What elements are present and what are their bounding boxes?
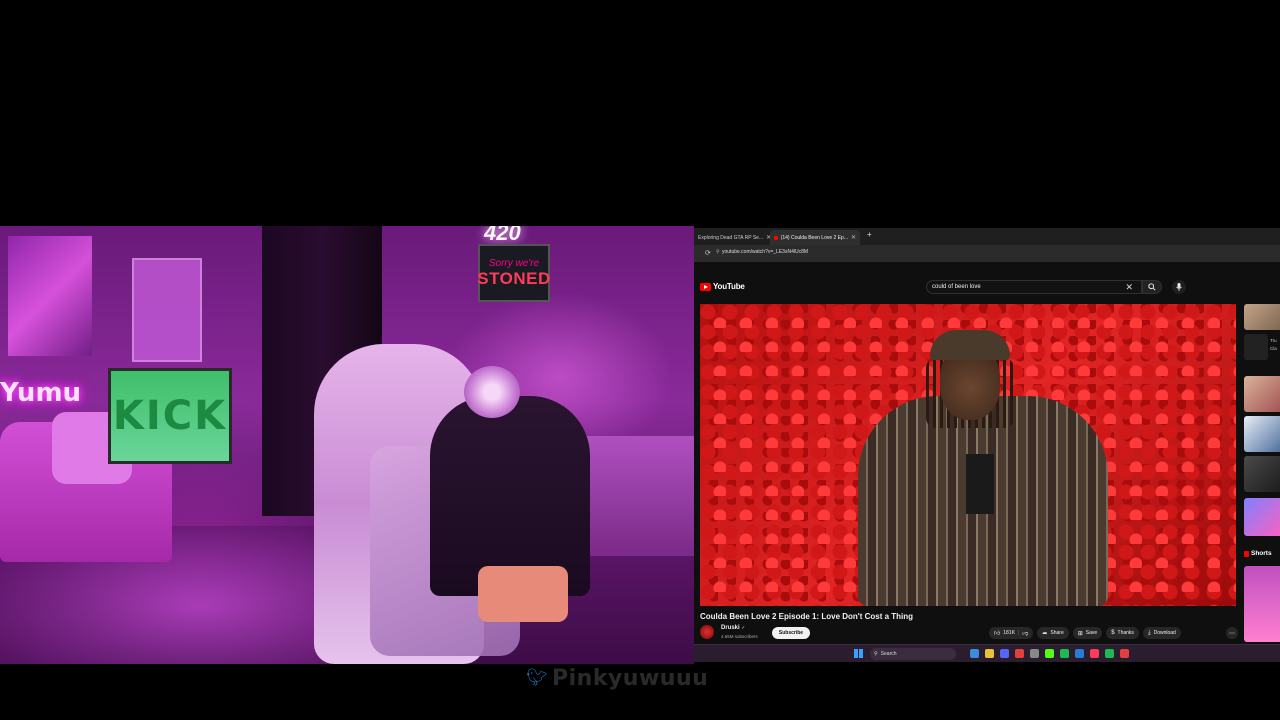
like-button[interactable]: 👍︎ 181K | 👎︎: [989, 627, 1034, 639]
tab-bar: Exploring Dead GTA RP Se... ✕ (14) Could…: [694, 228, 1280, 245]
file-explorer-icon[interactable]: [985, 649, 994, 658]
search-input[interactable]: could of been love: [932, 284, 981, 290]
stoned-sign-line1: Sorry we're: [488, 257, 540, 269]
save-button[interactable]: ⊞ Save: [1072, 627, 1103, 639]
neon-sign-yumu: Yumu: [0, 378, 82, 408]
thanks-icon: $: [1111, 630, 1115, 636]
recommended-thumbnail[interactable]: [1244, 334, 1268, 360]
close-icon[interactable]: ✕: [851, 234, 856, 241]
download-button[interactable]: ⤓ Download: [1142, 627, 1181, 639]
recommendations-sidebar: Tru Cla Shorts: [1244, 304, 1280, 654]
search-button[interactable]: [1142, 280, 1162, 294]
tab-gta-rp[interactable]: Exploring Dead GTA RP Se... ✕: [694, 230, 770, 245]
streamer-shorts: [478, 566, 568, 622]
browser-window: Exploring Dead GTA RP Se... ✕ (14) Could…: [694, 228, 1280, 662]
download-label: Download: [1153, 630, 1176, 636]
twitter-handle: Pinkyuwuuu: [552, 665, 709, 691]
video-subject-cap: [930, 330, 1010, 360]
share-button[interactable]: ➦ Share: [1037, 627, 1069, 639]
channel-name[interactable]: Druski ✓: [721, 625, 745, 631]
subscriber-count: 4.65M subscribers: [721, 634, 758, 639]
task-view-icon[interactable]: [970, 649, 979, 658]
youtube-favicon-icon: [774, 235, 778, 240]
windows-taskbar: ⚲ Search: [694, 644, 1280, 662]
app-icon[interactable]: [1075, 649, 1084, 658]
recommended-title[interactable]: Cla: [1270, 346, 1277, 351]
channel-avatar[interactable]: [700, 625, 714, 639]
thumbs-up-icon: 👍︎: [994, 631, 1001, 637]
recommended-thumbnail[interactable]: [1244, 304, 1280, 330]
spotify-icon[interactable]: [1060, 649, 1069, 658]
kick-sign: KICK: [108, 368, 232, 464]
subscribe-button[interactable]: Subscribe: [772, 627, 810, 639]
thumbs-down-icon[interactable]: 👎︎: [1022, 629, 1028, 637]
taskbar-search[interactable]: ⚲ Search: [870, 648, 956, 660]
recommended-thumbnail[interactable]: [1244, 376, 1280, 412]
tab-youtube-video[interactable]: (14) Coulda Been Love 2 Ep... ✕: [770, 230, 860, 245]
app-icon[interactable]: [1105, 649, 1114, 658]
shorts-label: Shorts: [1251, 550, 1272, 557]
share-label: Share: [1050, 630, 1064, 636]
share-icon: ➦: [1042, 630, 1048, 637]
recommended-thumbnail[interactable]: [1244, 416, 1280, 452]
search-icon: [1148, 283, 1156, 291]
cat-ear-headset: [464, 366, 520, 418]
save-label: Save: [1085, 630, 1098, 636]
like-count: 181K: [1003, 630, 1015, 636]
youtube-logo[interactable]: YouTube: [700, 282, 745, 291]
video-player[interactable]: [700, 304, 1236, 606]
tab-label: (14) Coulda Been Love 2 Ep...: [780, 234, 848, 241]
search-icon: ⚲: [874, 651, 878, 657]
chrome-icon[interactable]: [1015, 649, 1024, 658]
save-icon: ⊞: [1077, 630, 1083, 637]
desk: [580, 436, 694, 556]
clear-icon[interactable]: ✕: [1125, 282, 1133, 293]
address-bar[interactable]: ⟳ ⚲ youtube.com/watch?v=_LE3sN4lUc8M: [694, 245, 1280, 262]
channel-name-text[interactable]: Druski: [721, 625, 740, 631]
download-icon: ⤓: [1147, 629, 1151, 636]
app-icon[interactable]: [1030, 649, 1039, 658]
video-subject-shirt: [966, 454, 994, 514]
wall-poster: [8, 236, 92, 356]
refresh-icon[interactable]: ⟳: [705, 249, 711, 257]
taskbar-search-label: Search: [880, 651, 897, 657]
kick-sign-text: KICK: [112, 393, 228, 439]
recommended-thumbnail[interactable]: [1244, 456, 1280, 492]
neon-sign-top: 420: [484, 226, 521, 245]
microphone-icon: [1176, 283, 1182, 291]
stoned-sign: Sorry we're STONED: [477, 244, 551, 302]
recommended-thumbnail[interactable]: [1244, 498, 1280, 536]
stoned-sign-line2: STONED: [477, 268, 551, 288]
discord-icon[interactable]: [1000, 649, 1009, 658]
video-title: Coulda Been Love 2 Episode 1: Love Don't…: [700, 612, 914, 621]
more-actions-button[interactable]: ⋯: [1226, 627, 1238, 639]
new-tab-icon[interactable]: +: [867, 230, 872, 239]
windows-start-icon[interactable]: [854, 649, 863, 658]
twitter-handle-overlay: 🐦︎ Pinkyuwuuu: [526, 664, 726, 692]
kick-app-icon[interactable]: [1045, 649, 1054, 658]
recommended-title[interactable]: Tru: [1270, 338, 1277, 343]
shorts-section-header: Shorts: [1244, 550, 1272, 557]
youtube-play-icon: [700, 282, 711, 291]
shorts-icon: [1244, 550, 1249, 557]
youtube-wordmark: YouTube: [713, 282, 745, 291]
divider: |: [1017, 630, 1020, 636]
thanks-button[interactable]: $ Thanks: [1106, 627, 1139, 639]
app-icon[interactable]: [1120, 649, 1129, 658]
search-box[interactable]: could of been love ✕: [926, 280, 1142, 294]
tab-label: Exploring Dead GTA RP Se...: [698, 234, 764, 241]
url-text[interactable]: youtube.com/watch?v=_LE3sN4lUc8M: [722, 249, 808, 255]
twitter-icon: 🐦︎: [526, 668, 548, 687]
shorts-thumbnail[interactable]: [1244, 566, 1280, 642]
site-info-icon[interactable]: ⚲: [716, 249, 720, 255]
thanks-label: Thanks: [1117, 630, 1134, 636]
taskbar-apps: [970, 649, 1129, 658]
app-icon[interactable]: [1090, 649, 1099, 658]
verified-icon: ✓: [741, 625, 746, 630]
video-actions: 👍︎ 181K | 👎︎ ➦ Share ⊞ Save $ Thanks ⤓ D…: [989, 627, 1181, 639]
wall-art: [132, 258, 202, 362]
voice-search-button[interactable]: [1172, 280, 1186, 294]
webcam-feed: Yumu KICK 420 Sorry we're STONED: [0, 226, 694, 664]
